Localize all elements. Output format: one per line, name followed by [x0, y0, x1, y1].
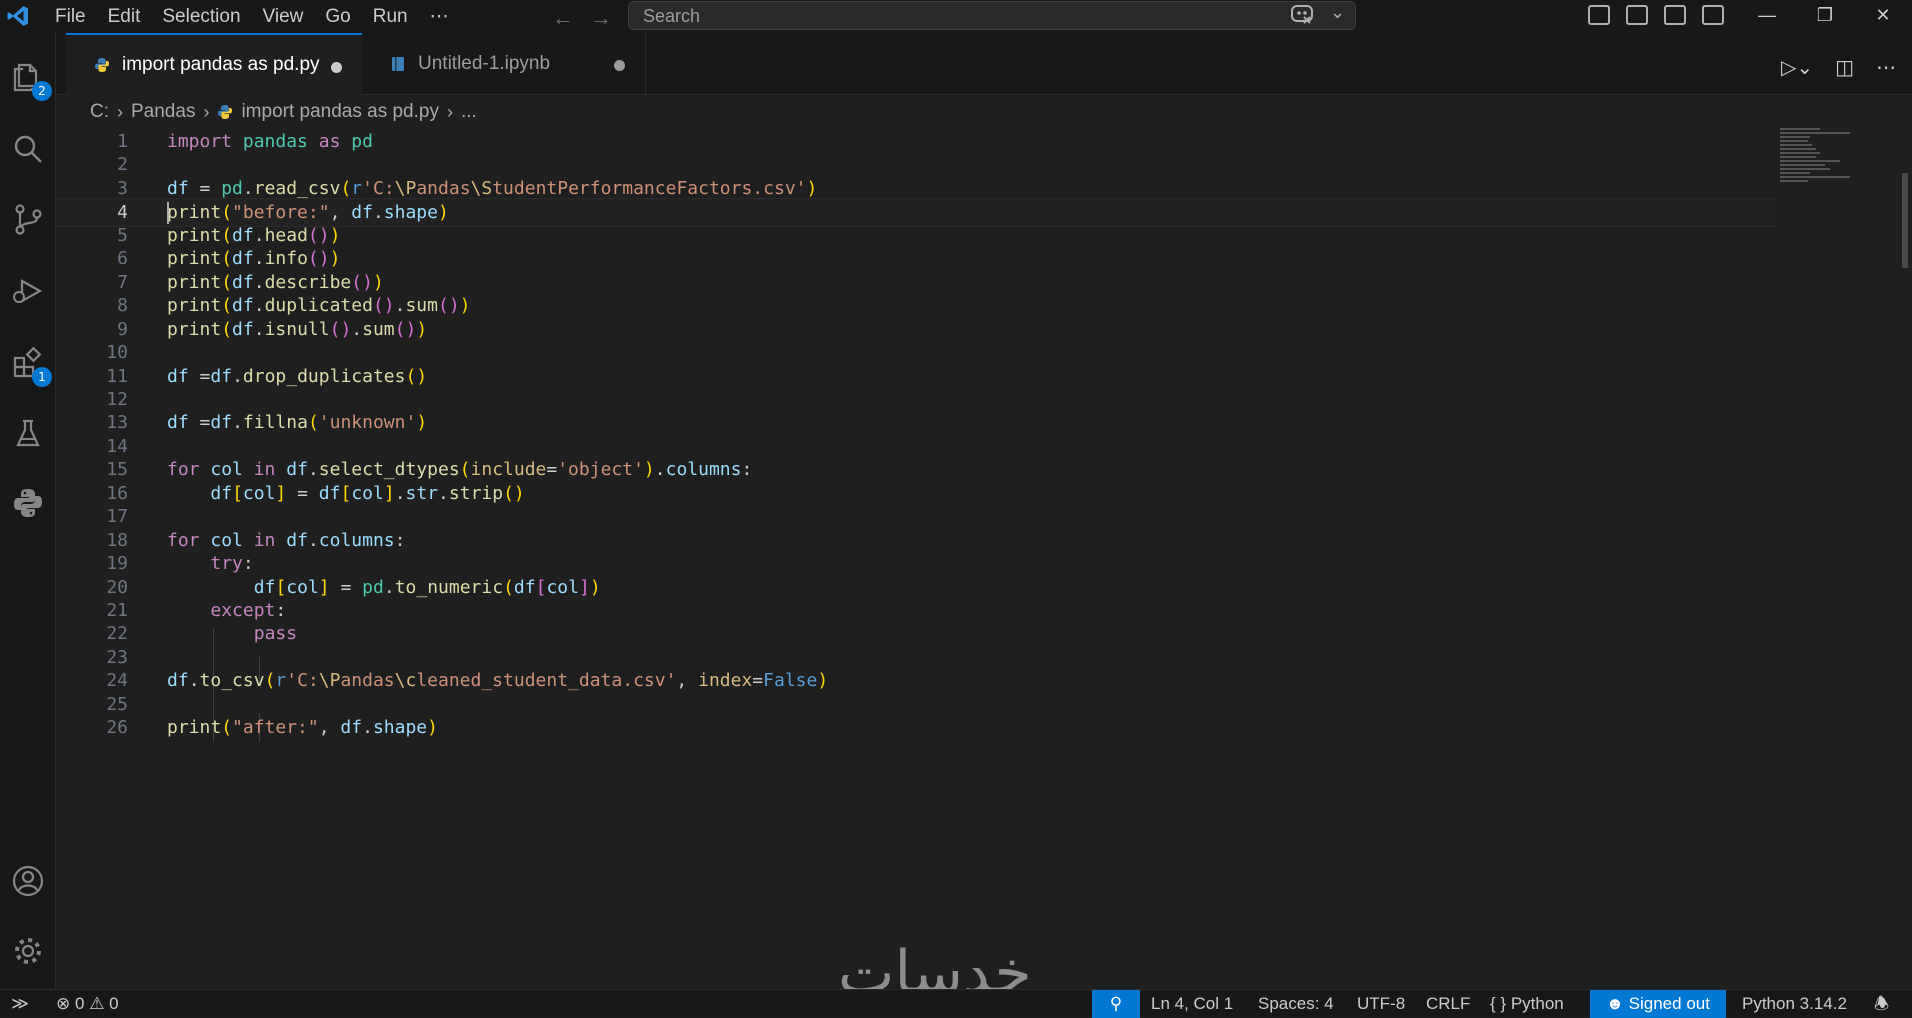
close-icon[interactable]: ✕	[1854, 0, 1912, 33]
cursor-position[interactable]: Ln 4, Col 1	[1151, 990, 1233, 1018]
split-editor-icon[interactable]: ◫	[1835, 55, 1854, 80]
scrollbar-thumb[interactable]	[1902, 173, 1908, 268]
editor-tab-bar: import pandas as pd.py Untitled-1.ipynb …	[56, 33, 1912, 95]
python-icon[interactable]	[10, 485, 46, 521]
tab-untitled-ipynb[interactable]: Untitled-1.ipynb	[362, 33, 646, 95]
navigation-arrows: ← →	[552, 5, 612, 31]
warning-icon: ⚠	[89, 994, 105, 1013]
menu-edit[interactable]: Edit	[97, 0, 152, 33]
notifications-bell-icon[interactable]: 🕭	[1874, 990, 1889, 1018]
breadcrumb-file[interactable]: import pandas as pd.py	[241, 101, 439, 123]
extensions-icon[interactable]: 1	[10, 345, 52, 387]
customize-layout-icon[interactable]	[1588, 5, 1610, 25]
run-python-file-icon[interactable]: ▷⌄	[1781, 55, 1813, 80]
breadcrumb-drive[interactable]: C:	[90, 101, 109, 123]
python-file-icon	[218, 105, 233, 119]
tab-import-pandas-py[interactable]: import pandas as pd.py	[66, 33, 362, 95]
toggle-primary-sidebar-icon[interactable]	[1626, 5, 1648, 25]
error-icon: ⊗	[56, 994, 71, 1013]
menu-view[interactable]: View	[252, 0, 315, 33]
unsaved-dot-icon[interactable]	[331, 62, 342, 73]
run-debug-icon[interactable]	[10, 273, 46, 309]
code-editor[interactable]: 1 import pandas as pd 2 3 df = pd.read_csv(r…	[56, 128, 1912, 788]
tab-label: Untitled-1.ipynb	[418, 53, 551, 74]
back-arrow-icon[interactable]: ←	[552, 5, 574, 31]
indentation[interactable]: Spaces: 4	[1258, 990, 1334, 1018]
editor-actions: ▷⌄ ◫ ⋯	[1781, 55, 1896, 80]
accounts-icon[interactable]	[10, 863, 46, 899]
settings-gear-icon[interactable]	[10, 933, 46, 969]
vertical-scrollbar[interactable]	[1898, 128, 1912, 788]
language-mode[interactable]: { } Python	[1490, 990, 1564, 1018]
toggle-panel-icon[interactable]	[1664, 5, 1686, 25]
chevron-right-icon: ›	[203, 101, 210, 122]
chevron-right-icon: ›	[446, 101, 453, 122]
code-line[interactable]: 26 print("after:", df.shape)	[56, 714, 1776, 743]
search-placeholder: Search	[643, 6, 701, 26]
menu-go[interactable]: Go	[314, 0, 361, 33]
forward-arrow-icon[interactable]: →	[590, 5, 612, 31]
line-ending[interactable]: CRLF	[1426, 990, 1470, 1018]
restore-icon[interactable]: ❐	[1796, 0, 1854, 33]
copilot-chevron-down-icon[interactable]: ⌄	[1330, 2, 1345, 23]
code-text: print("after:", df.shape)	[167, 717, 438, 739]
explorer-icon[interactable]: 2	[10, 59, 52, 101]
extensions-badge: 1	[32, 367, 52, 387]
layout-controls	[1588, 5, 1724, 25]
status-bar: ≫ ⊗ 0 ⚠ 0 ⚲ Ln 4, Col 1 Spaces: 4 UTF-8 …	[0, 989, 1912, 1018]
activity-bar: 2 1	[0, 33, 56, 989]
testing-beaker-icon[interactable]	[10, 415, 46, 451]
braces-icon: { }	[1490, 994, 1507, 1013]
language-label: Python	[1510, 994, 1564, 1013]
copilot-signed-out[interactable]: ☻ Signed out	[1590, 990, 1726, 1018]
warning-count: 0	[109, 994, 119, 1013]
signed-out-label: Signed out	[1628, 994, 1710, 1013]
chevron-right-icon: ›	[117, 101, 123, 122]
more-actions-icon[interactable]: ⋯	[1876, 55, 1896, 80]
menu-selection[interactable]: Selection	[151, 0, 251, 33]
problems-indicator[interactable]: ⊗ 0 ⚠ 0	[56, 990, 119, 1018]
menu-bar: File Edit Selection View Go Run ⋯	[44, 0, 460, 33]
breadcrumb-symbols[interactable]: ...	[461, 101, 477, 123]
breadcrumb-folder[interactable]: Pandas	[131, 101, 195, 123]
menu-file[interactable]: File	[44, 0, 97, 33]
minimap[interactable]	[1780, 128, 1890, 188]
vscode-logo-icon	[7, 6, 28, 26]
encoding[interactable]: UTF-8	[1357, 990, 1405, 1018]
breadcrumb: C: › Pandas › import pandas as pd.py › .…	[90, 100, 477, 124]
command-center-search[interactable]: Search	[628, 1, 1356, 30]
unsaved-dot-icon[interactable]	[614, 60, 625, 71]
menu-run[interactable]: Run	[362, 0, 419, 33]
error-count: 0	[74, 994, 85, 1013]
menu-more[interactable]: ⋯	[419, 0, 460, 33]
python-file-icon	[95, 58, 109, 72]
search-icon[interactable]	[10, 131, 46, 167]
copilot-icon[interactable]	[1290, 3, 1314, 25]
zoom-icon[interactable]: ⚲	[1092, 990, 1140, 1018]
source-control-icon[interactable]	[10, 201, 46, 237]
minimize-icon[interactable]: —	[1738, 0, 1796, 33]
explorer-badge: 2	[32, 81, 52, 101]
copilot-icon: ☻	[1606, 994, 1624, 1013]
python-interpreter[interactable]: Python 3.14.2	[1742, 990, 1847, 1018]
title-bar: File Edit Selection View Go Run ⋯ ← → Se…	[0, 0, 1912, 33]
toggle-secondary-sidebar-icon[interactable]	[1702, 5, 1724, 25]
window-controls: — ❐ ✕	[1738, 0, 1912, 33]
line-number: 26	[106, 717, 128, 739]
remote-indicator-icon[interactable]: ≫	[0, 990, 40, 1018]
notebook-file-icon	[392, 57, 404, 71]
tab-label: import pandas as pd.py	[122, 54, 320, 75]
